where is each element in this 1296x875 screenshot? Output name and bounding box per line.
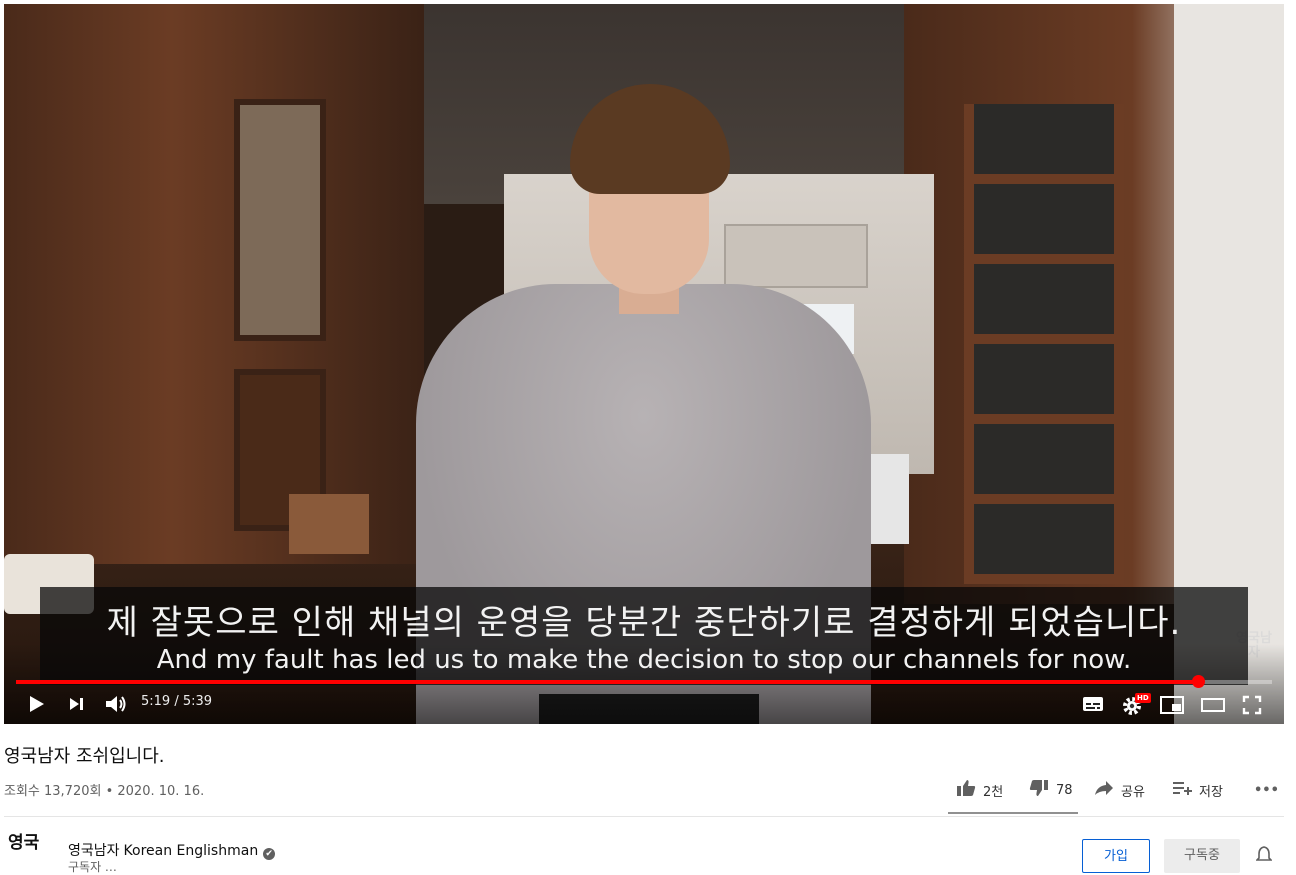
dislike-button[interactable]: 78 bbox=[1029, 780, 1073, 800]
miniplayer-icon bbox=[1160, 696, 1184, 714]
save-label: 저장 bbox=[1199, 784, 1223, 800]
fullscreen-button[interactable] bbox=[1242, 695, 1262, 715]
share-icon bbox=[1094, 780, 1114, 800]
like-count: 2천 bbox=[983, 784, 1004, 800]
progress-scrubber[interactable] bbox=[1191, 675, 1205, 688]
playlist-add-icon bbox=[1172, 780, 1192, 800]
more-actions-button[interactable]: ••• bbox=[1254, 780, 1279, 800]
video-meta: 조회수 13,720회 • 2020. 10. 16. bbox=[4, 784, 205, 799]
info-divider bbox=[4, 816, 1284, 817]
join-button[interactable]: 가입 bbox=[1082, 839, 1150, 873]
caption-line-english: And my fault has led us to make the deci… bbox=[156, 645, 1132, 675]
time-display: 5:19 / 5:39 bbox=[141, 694, 213, 709]
thumbs-up-icon bbox=[956, 779, 976, 801]
mute-button[interactable] bbox=[104, 693, 128, 715]
play-icon bbox=[26, 694, 46, 714]
notification-bell-button[interactable] bbox=[1255, 846, 1273, 868]
channel-name-ko: 영국남자 bbox=[68, 843, 120, 859]
video-player[interactable]: 영국남자 제 잘못으로 인해 채널의 운영을 당분간 중단하기로 결정하게 되었… bbox=[4, 4, 1284, 724]
miniplayer-button[interactable] bbox=[1160, 696, 1184, 714]
channel-name-en: Korean Englishman bbox=[123, 843, 259, 859]
share-label: 공유 bbox=[1121, 784, 1145, 800]
more-icon: ••• bbox=[1254, 782, 1279, 798]
channel-avatar[interactable]: 영국 bbox=[8, 834, 48, 864]
hd-badge: HD bbox=[1135, 693, 1151, 703]
sentiment-bar bbox=[948, 812, 1078, 814]
play-button[interactable] bbox=[26, 694, 46, 714]
progress-bar-played bbox=[16, 680, 1198, 684]
subtitles-icon bbox=[1082, 695, 1104, 713]
next-icon bbox=[66, 694, 86, 714]
bell-icon bbox=[1255, 846, 1273, 868]
channel-name[interactable]: 영국남자 Korean Englishman ✔ bbox=[68, 840, 276, 860]
next-button[interactable] bbox=[66, 694, 86, 714]
subscriber-count: 구독자 … bbox=[68, 860, 117, 874]
caption-window[interactable]: 제 잘못으로 인해 채널의 운영을 당분간 중단하기로 결정하게 되었습니다. … bbox=[40, 587, 1248, 685]
caption-line-korean: 제 잘못으로 인해 채널의 운영을 당분간 중단하기로 결정하게 되었습니다. bbox=[106, 603, 1182, 643]
progress-bar[interactable] bbox=[16, 675, 1272, 688]
dislike-count: 78 bbox=[1056, 782, 1073, 798]
volume-icon bbox=[104, 693, 128, 715]
thumbs-down-icon bbox=[1029, 779, 1049, 801]
theater-icon bbox=[1201, 698, 1225, 712]
subtitles-button[interactable] bbox=[1082, 695, 1104, 713]
fullscreen-icon bbox=[1242, 695, 1262, 715]
save-button[interactable]: 저장 bbox=[1172, 780, 1223, 800]
video-title: 영국남자 조쉬입니다. bbox=[4, 746, 165, 767]
verified-icon: ✔ bbox=[263, 848, 276, 860]
like-button[interactable]: 2천 bbox=[956, 780, 1003, 800]
subscribed-button[interactable]: 구독중 bbox=[1164, 839, 1240, 873]
theater-mode-button[interactable] bbox=[1201, 698, 1225, 712]
share-button[interactable]: 공유 bbox=[1094, 780, 1145, 800]
